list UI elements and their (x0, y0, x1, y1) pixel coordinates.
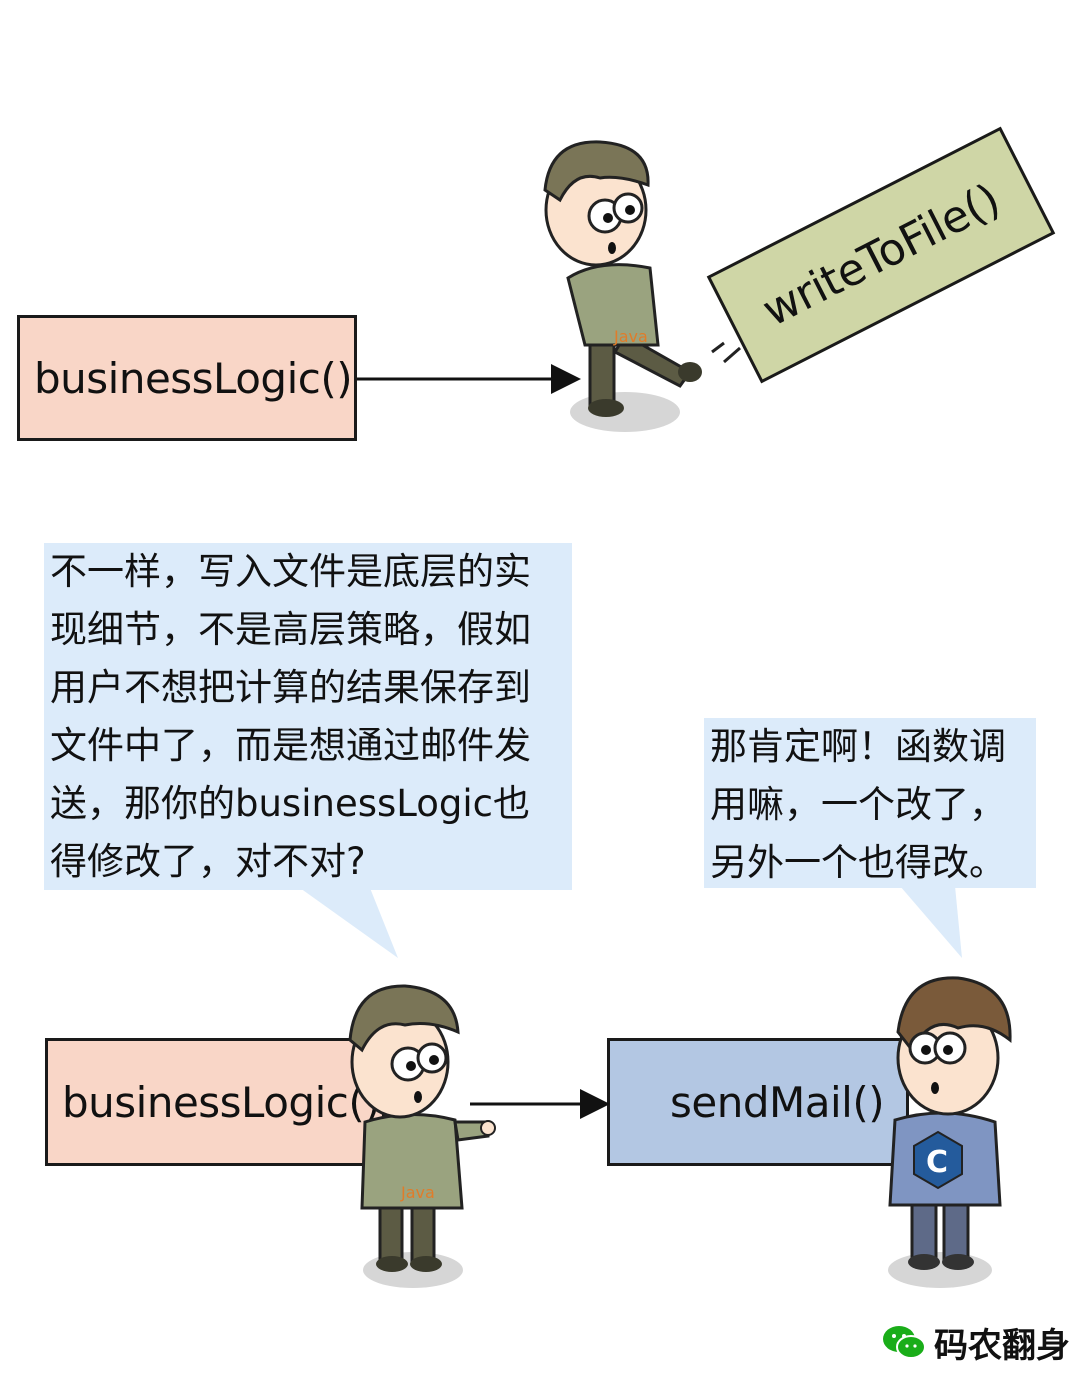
watermark-text: 码农翻身 (934, 1326, 1070, 1366)
java-character-pointing: Java (348, 984, 496, 1288)
c-logo-text: C (926, 1145, 948, 1180)
java-shirt-text-top: Java (613, 327, 648, 346)
speech-tail-left (300, 888, 398, 958)
speech-tail-right (900, 886, 962, 958)
java-character-kicking: Java (543, 140, 741, 432)
wechat-icon (883, 1325, 926, 1359)
c-character: C (888, 976, 1012, 1288)
illustration-layer: Java Java C (300, 140, 1012, 1288)
watermark: 码农翻身 (882, 1318, 1070, 1367)
java-shirt-text-bottom: Java (400, 1183, 435, 1202)
